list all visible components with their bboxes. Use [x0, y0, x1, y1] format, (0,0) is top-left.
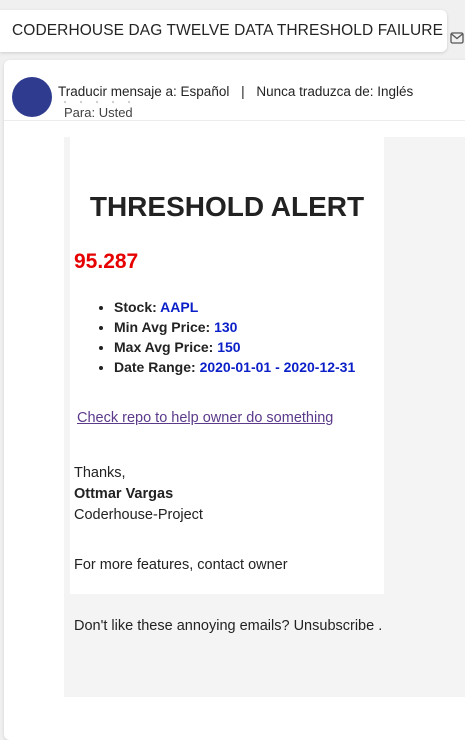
- mail-check-icon[interactable]: [450, 30, 465, 46]
- features-note: For more features, contact owner: [74, 557, 288, 573]
- detail-label: Min Avg Price:: [114, 319, 211, 335]
- detail-label: Date Range:: [114, 359, 196, 375]
- repo-link[interactable]: Check repo to help owner do something: [77, 410, 333, 426]
- thanks-text: Thanks,: [74, 465, 126, 481]
- detail-value: 150: [217, 339, 241, 355]
- never-translate-link[interactable]: Nunca traduzca de: Inglés: [256, 84, 413, 99]
- signature-block: Thanks, Ottmar Vargas Coderhouse-Project: [74, 463, 203, 526]
- detail-label: Max Avg Price:: [114, 339, 214, 355]
- email-content-panel: THRESHOLD ALERT 95.287 Stock: AAPL Min A…: [70, 137, 384, 594]
- signature-name: Ottmar Vargas: [74, 486, 174, 502]
- detail-value: AAPL: [160, 299, 199, 315]
- detail-label: Stock:: [114, 299, 157, 315]
- signature-org: Coderhouse-Project: [74, 507, 203, 523]
- detail-value: 2020-01-01 - 2020-12-31: [199, 359, 356, 375]
- to-value: Usted: [98, 105, 133, 120]
- list-item: Date Range: 2020-01-01 - 2020-12-31: [114, 357, 355, 377]
- subject-bar: CODERHOUSE DAG TWELVE DATA THRESHOLD FAI…: [0, 10, 464, 52]
- to-label: Para:: [64, 105, 96, 120]
- recipient-line: Para: Usted: [64, 105, 133, 120]
- sender-name-redacted: [64, 90, 160, 103]
- list-item: Max Avg Price: 150: [114, 337, 355, 357]
- alert-details-list: Stock: AAPL Min Avg Price: 130 Max Avg P…: [92, 297, 355, 377]
- detail-value: 130: [214, 319, 238, 335]
- list-item: Min Avg Price: 130: [114, 317, 355, 337]
- email-subject: CODERHOUSE DAG TWELVE DATA THRESHOLD FAI…: [12, 22, 444, 39]
- sender-avatar[interactable]: [12, 77, 52, 117]
- list-item: Stock: AAPL: [114, 297, 355, 317]
- translate-separator: |: [241, 84, 245, 99]
- unsubscribe-text[interactable]: Don't like these annoying emails? Unsubs…: [74, 618, 382, 634]
- threshold-value: 95.287: [74, 250, 139, 273]
- alert-heading: THRESHOLD ALERT: [89, 191, 365, 222]
- email-body: THRESHOLD ALERT 95.287 Stock: AAPL Min A…: [64, 137, 465, 697]
